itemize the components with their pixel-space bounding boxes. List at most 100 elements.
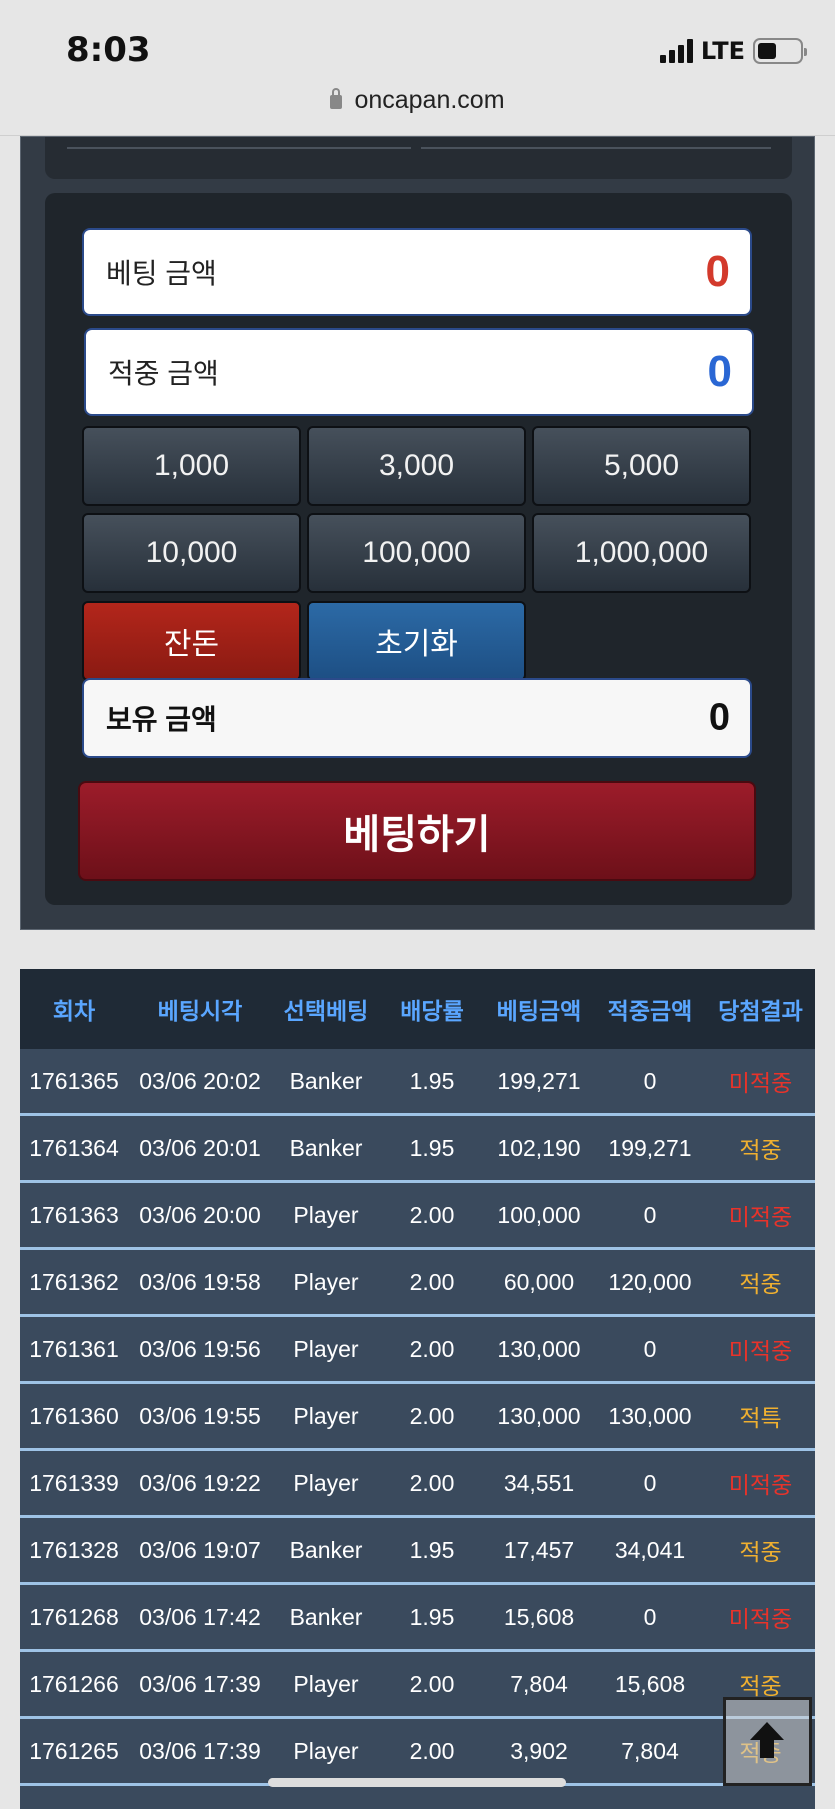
table-cell: 15,608 bbox=[614, 1670, 686, 1697]
table-cell: 0 bbox=[643, 1201, 657, 1228]
table-header: 회차 베팅시각 선택베팅 배당률 베팅금액 적중금액 당첨결과 bbox=[20, 969, 815, 1049]
table-cell: 2.00 bbox=[409, 1469, 455, 1496]
table-row: 1761361 03/06 19:56 Player 2.00 130,000 0 미적중 bbox=[20, 1317, 815, 1384]
table-cell: 1761266 bbox=[29, 1670, 119, 1697]
table-cell: 0 bbox=[643, 1335, 657, 1362]
network-label: LTE bbox=[700, 37, 745, 65]
table-cell: 0 bbox=[643, 1067, 657, 1094]
table-cell: 130,000 bbox=[497, 1402, 581, 1429]
betting-form: 베팅 금액 0 적중 금액 0 1,000 3,000 5,000 10,000… bbox=[45, 193, 792, 905]
system-indicators: LTE bbox=[659, 36, 807, 66]
table-cell: 03/06 20:00 bbox=[139, 1201, 261, 1228]
table-cell: Player bbox=[293, 1402, 359, 1429]
table-cell: 적특 bbox=[739, 1405, 782, 1431]
table-cell: 0 bbox=[594, 1805, 706, 1809]
table-row: 1761363 03/06 20:00 Player 2.00 100,000 0 미적중 bbox=[20, 1183, 815, 1250]
table-cell: 2.00 bbox=[380, 1805, 484, 1809]
table-cell: 1761363 bbox=[29, 1201, 119, 1228]
change-button[interactable]: 잔돈 bbox=[82, 601, 301, 681]
table-row: 1761328 03/06 19:07 Banker 1.95 17,457 34,041… bbox=[20, 1518, 815, 1585]
table-cell: Player bbox=[293, 1737, 359, 1764]
table-body: 1761365 03/06 20:02 Banker 1.95 199,271 0 미적중 1… bbox=[20, 1049, 815, 1809]
table-cell: 130,000 bbox=[608, 1402, 692, 1429]
clock: 8:03 bbox=[66, 30, 151, 70]
table-cell: 1760600 bbox=[20, 1805, 128, 1809]
table-cell: Banker bbox=[289, 1603, 363, 1630]
table-cell: 미적중 bbox=[728, 1606, 793, 1632]
table-cell: 03/06 19:56 bbox=[139, 1335, 261, 1362]
table-cell: 1.95 bbox=[409, 1603, 455, 1630]
table-cell: Banker bbox=[289, 1536, 363, 1563]
table-cell: 미적중 bbox=[706, 1801, 815, 1809]
table-cell: 1761362 bbox=[29, 1268, 119, 1295]
table-cell: 2.00 bbox=[409, 1201, 455, 1228]
table-cell: 120,000 bbox=[608, 1268, 692, 1295]
table-cell: 미적중 bbox=[728, 1070, 793, 1096]
url-text: oncapan.com bbox=[354, 86, 505, 114]
table-row: 1761360 03/06 19:55 Player 2.00 130,000 130,0… bbox=[20, 1384, 815, 1451]
table-cell: 03/06 19:55 bbox=[139, 1402, 261, 1429]
chip-button-1000000[interactable]: 1,000,000 bbox=[532, 513, 751, 593]
table-cell: Banker bbox=[289, 1134, 363, 1161]
table-cell: 적중 bbox=[739, 1673, 782, 1699]
table-cell: 1761360 bbox=[29, 1402, 119, 1429]
column-header: 배당률 bbox=[400, 998, 464, 1024]
table-cell: Player bbox=[293, 1670, 359, 1697]
bet-history-table: 회차 베팅시각 선택베팅 배당률 베팅금액 적중금액 당첨결과 1761365 0… bbox=[20, 969, 815, 1809]
table-cell: 0 bbox=[643, 1603, 657, 1630]
table-cell: 1761364 bbox=[29, 1134, 119, 1161]
chip-button-100000[interactable]: 100,000 bbox=[307, 513, 526, 593]
table-cell: 적중 bbox=[739, 1539, 782, 1565]
chip-button-1000[interactable]: 1,000 bbox=[82, 426, 301, 506]
table-cell: 199,271 bbox=[497, 1067, 581, 1094]
table-cell: 1761361 bbox=[29, 1335, 119, 1362]
scroll-to-top-button[interactable] bbox=[723, 1697, 812, 1786]
table-cell: 미적중 bbox=[728, 1472, 793, 1498]
table-cell: 03/06 19:22 bbox=[139, 1469, 261, 1496]
table-cell: 3,902 bbox=[510, 1737, 568, 1764]
battery-icon bbox=[753, 38, 807, 64]
balance-field: 보유 금액 0 bbox=[82, 678, 752, 758]
table-row: 1761266 03/06 17:39 Player 2.00 7,804 15,608 적… bbox=[20, 1652, 815, 1719]
table-row: 1761339 03/06 19:22 Player 2.00 34,551 0 미적중 bbox=[20, 1451, 815, 1518]
table-cell: 1761265 bbox=[29, 1737, 119, 1764]
place-bet-button[interactable]: 베팅하기 bbox=[78, 781, 756, 881]
betting-panel: 베팅 금액 0 적중 금액 0 1,000 3,000 5,000 10,000… bbox=[20, 136, 815, 930]
home-indicator bbox=[268, 1778, 566, 1787]
table-cell: 03/06 19:58 bbox=[139, 1268, 261, 1295]
status-bar: 8:03 LTE oncapan.com bbox=[0, 0, 835, 136]
table-cell: 199,271 bbox=[608, 1134, 692, 1161]
table-cell: 03/06 17:42 bbox=[139, 1603, 261, 1630]
table-cell: 미적중 bbox=[728, 1204, 793, 1230]
column-header: 회차 bbox=[52, 998, 96, 1024]
column-header: 베팅금액 bbox=[496, 998, 582, 1024]
chip-button-10000[interactable]: 10,000 bbox=[82, 513, 301, 593]
chip-button-5000[interactable]: 5,000 bbox=[532, 426, 751, 506]
table-row: 1761268 03/06 17:42 Banker 1.95 15,608 0 미적중 bbox=[20, 1585, 815, 1652]
table-cell: 34,551 bbox=[503, 1469, 575, 1496]
column-header: 적중금액 bbox=[607, 998, 693, 1024]
reset-button[interactable]: 초기화 bbox=[307, 601, 526, 681]
table-cell: 1761268 bbox=[29, 1603, 119, 1630]
chip-button-3000[interactable]: 3,000 bbox=[307, 426, 526, 506]
url-bar[interactable]: oncapan.com bbox=[0, 86, 835, 115]
table-cell: 2.00 bbox=[409, 1670, 455, 1697]
table-cell: 2.00 bbox=[409, 1268, 455, 1295]
table-cell: 7,804 bbox=[621, 1737, 679, 1764]
table-cell: 130,000 bbox=[497, 1335, 581, 1362]
panel-top-strip bbox=[45, 137, 792, 179]
table-cell: 1.95 bbox=[409, 1536, 455, 1563]
table-cell: 60,000 bbox=[503, 1268, 575, 1295]
balance-label: 보유 금액 bbox=[106, 704, 217, 735]
bet-amount-label: 베팅 금액 bbox=[106, 258, 217, 289]
table-cell: Player bbox=[293, 1201, 359, 1228]
bet-amount-value: 0 bbox=[705, 247, 730, 296]
column-header: 선택베팅 bbox=[283, 998, 369, 1024]
balance-value: 0 bbox=[708, 696, 730, 739]
win-amount-label: 적중 금액 bbox=[108, 358, 219, 389]
table-cell: Player bbox=[272, 1805, 380, 1809]
table-cell: 17,457 bbox=[503, 1536, 575, 1563]
table-cell: 적중 bbox=[739, 1137, 782, 1163]
table-cell: Player bbox=[293, 1335, 359, 1362]
table-row: 1761364 03/06 20:01 Banker 1.95 102,190 199,2… bbox=[20, 1116, 815, 1183]
